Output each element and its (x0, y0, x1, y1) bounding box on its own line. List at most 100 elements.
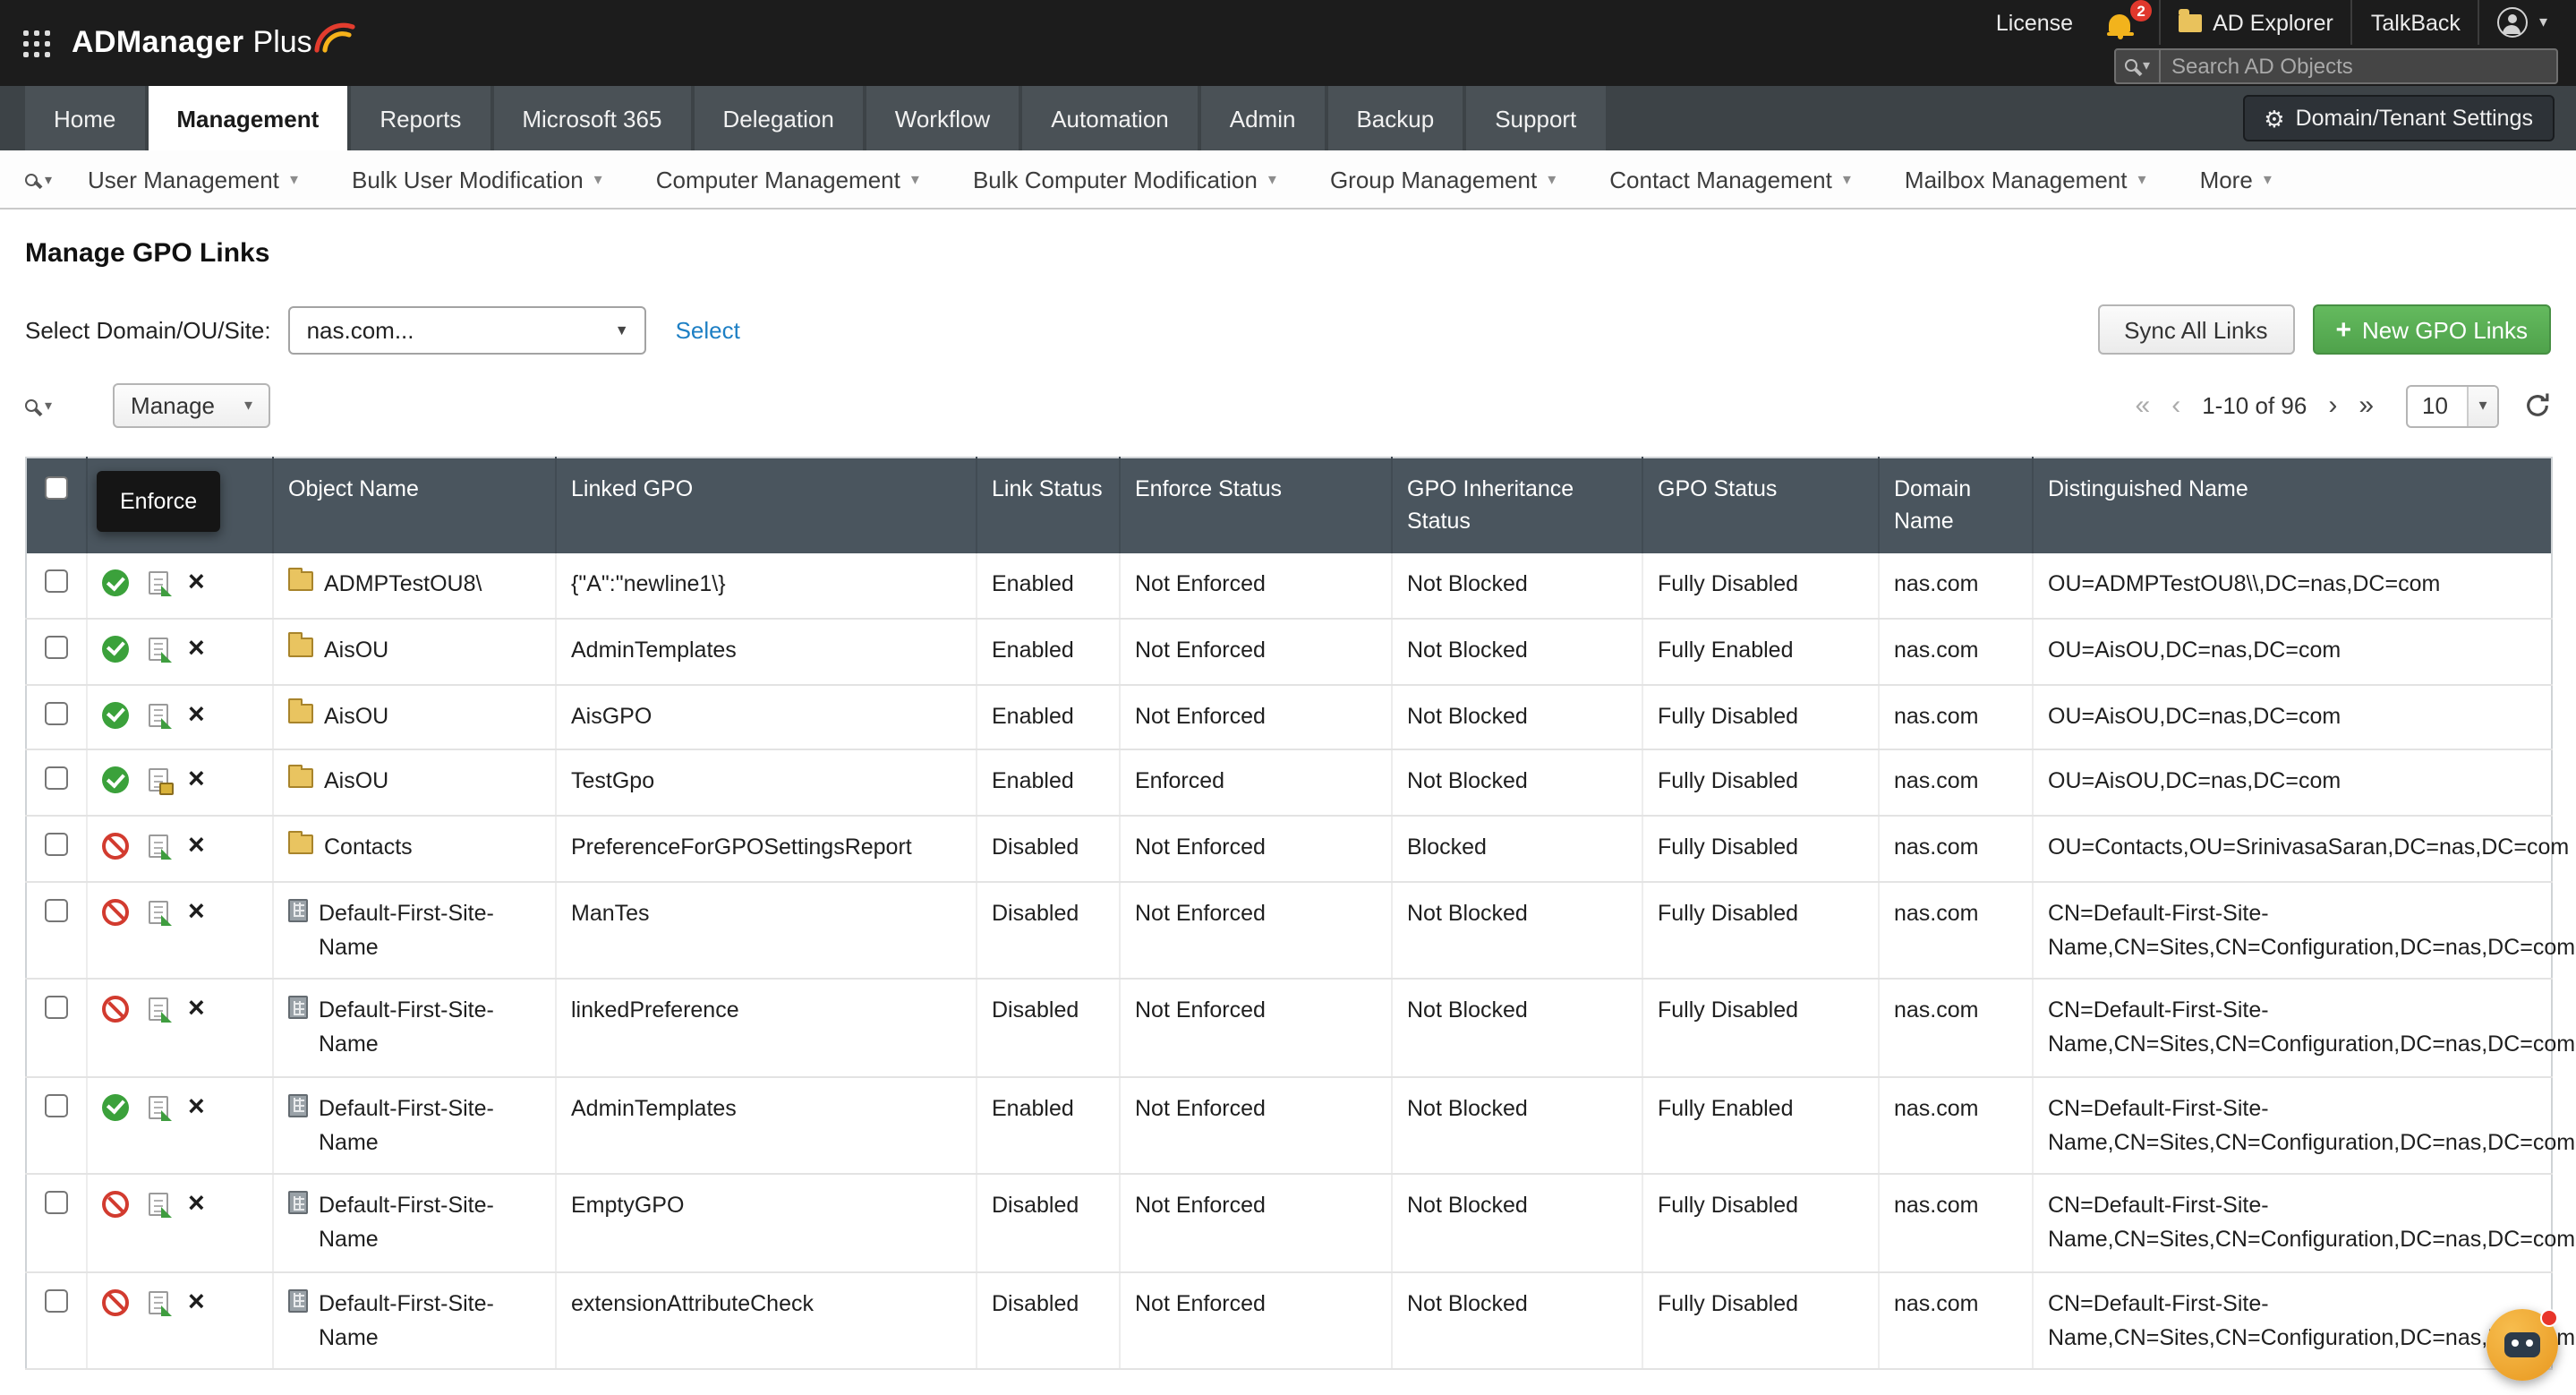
notification-badge: 2 (2130, 0, 2153, 21)
domain-tenant-settings-button[interactable]: ⚙ Domain/Tenant Settings (2242, 95, 2555, 141)
tab-delegation[interactable]: Delegation (694, 86, 863, 150)
app-grid-icon[interactable] (21, 29, 50, 57)
status-disabled-icon[interactable] (102, 898, 129, 926)
tab-workflow[interactable]: Workflow (866, 86, 1019, 150)
ou-icon (288, 764, 313, 789)
status-enabled-icon[interactable] (102, 701, 129, 728)
brand-logo[interactable]: ADManager Plus (72, 22, 357, 63)
license-link[interactable]: License (1978, 0, 2091, 45)
status-enabled-icon[interactable] (102, 569, 129, 596)
status-enabled-icon[interactable] (102, 1093, 129, 1121)
status-disabled-icon[interactable] (102, 1288, 129, 1316)
tab-reports[interactable]: Reports (351, 86, 490, 150)
link-status: Enabled (977, 618, 1121, 685)
row-select-checkbox[interactable] (45, 635, 68, 659)
chevron-down-icon: ▾ (2263, 169, 2272, 187)
sync-all-links-button[interactable]: Sync All Links (2097, 304, 2295, 355)
search-ad-objects-input[interactable] (2161, 53, 2556, 78)
chevron-down-icon: ▾ (2538, 13, 2547, 30)
tab-support[interactable]: Support (1466, 86, 1606, 150)
new-gpo-links-button[interactable]: + New GPO Links (2312, 304, 2551, 355)
menu-more[interactable]: More ▾ (2200, 166, 2272, 193)
delete-link-icon[interactable]: × (188, 635, 205, 663)
enforce-status: Not Enforced (1120, 553, 1393, 620)
search-scope-button[interactable]: ▾ (2116, 49, 2162, 81)
menu-search-button[interactable]: ▾ (25, 171, 52, 187)
account-menu[interactable]: ▾ (2480, 0, 2565, 45)
row-select-checkbox[interactable] (45, 1288, 68, 1313)
chevron-down-icon: ▾ (1548, 169, 1557, 187)
tab-backup[interactable]: Backup (1327, 86, 1463, 150)
linked-gpo: TestGpo (556, 749, 977, 817)
tab-admin[interactable]: Admin (1200, 86, 1325, 150)
inheritance-status: Not Blocked (1392, 881, 1643, 980)
enforce-icon[interactable] (149, 900, 172, 926)
row-select-checkbox[interactable] (45, 996, 68, 1020)
chevron-down-icon: ▾ (45, 171, 53, 187)
gpo-links-table: Object Name Linked GPO Link Status Enfor… (25, 457, 2575, 1371)
first-page-icon[interactable]: « (2125, 392, 2162, 419)
enforce-icon[interactable] (149, 1290, 172, 1316)
notifications-button[interactable]: 2 (2091, 0, 2159, 45)
status-enabled-icon[interactable] (102, 766, 129, 794)
delete-link-icon[interactable]: × (188, 1191, 205, 1220)
row-select-checkbox[interactable] (45, 833, 68, 856)
chat-widget[interactable] (2486, 1309, 2558, 1381)
select-ou-link[interactable]: Select (676, 316, 740, 343)
talkback-button[interactable]: TalkBack (2353, 0, 2478, 45)
menu-mailbox-management[interactable]: Mailbox Management ▾ (1905, 166, 2146, 193)
tab-management[interactable]: Management (148, 86, 348, 150)
row-select-checkbox[interactable] (45, 701, 68, 724)
ad-explorer-button[interactable]: AD Explorer (2161, 0, 2351, 45)
row-select-checkbox[interactable] (45, 569, 68, 593)
menu-group-management[interactable]: Group Management ▾ (1330, 166, 1556, 193)
enforce-icon[interactable] (149, 637, 172, 663)
delete-link-icon[interactable]: × (188, 996, 205, 1024)
menu-bulk-computer-modification[interactable]: Bulk Computer Modification ▾ (973, 166, 1276, 193)
linked-gpo: {"A":"newline1\} (556, 553, 977, 620)
delete-link-icon[interactable]: × (188, 832, 205, 860)
delete-link-icon[interactable]: × (188, 766, 205, 795)
enforce-icon[interactable] (149, 1095, 172, 1121)
link-status: Enabled (977, 684, 1121, 751)
primary-nav: Home Management Reports Microsoft 365 De… (0, 86, 2576, 150)
refresh-icon[interactable] (2524, 392, 2551, 419)
domain-select[interactable]: nas.com... ▼ (288, 305, 647, 354)
status-disabled-icon[interactable] (102, 996, 129, 1023)
row-select-checkbox[interactable] (45, 898, 68, 922)
next-page-icon[interactable]: › (2317, 392, 2348, 419)
tab-home[interactable]: Home (25, 86, 145, 150)
status-enabled-icon[interactable] (102, 635, 129, 663)
table-toolbar: ▾ Manage ▾ « ‹ 1-10 of 96 › » 10 ▾ (25, 383, 2551, 428)
tab-automation[interactable]: Automation (1022, 86, 1198, 150)
enforce-icon[interactable] (149, 997, 172, 1023)
delete-link-icon[interactable]: × (188, 1093, 205, 1122)
delete-link-icon[interactable]: × (188, 898, 205, 927)
select-all-checkbox[interactable] (45, 476, 68, 500)
menu-contact-management[interactable]: Contact Management ▾ (1609, 166, 1851, 193)
delete-link-icon[interactable]: × (188, 1288, 205, 1317)
tab-microsoft-365[interactable]: Microsoft 365 (493, 86, 691, 150)
status-disabled-icon[interactable] (102, 1191, 129, 1219)
prev-page-icon[interactable]: ‹ (2161, 392, 2191, 419)
manage-dropdown[interactable]: Manage ▾ (113, 383, 271, 428)
delete-link-icon[interactable]: × (188, 700, 205, 729)
status-disabled-icon[interactable] (102, 833, 129, 860)
menu-user-management[interactable]: User Management ▾ (88, 166, 298, 193)
column-search-button[interactable]: ▾ (25, 398, 52, 414)
row-select-checkbox[interactable] (45, 1093, 68, 1117)
enforce-locked-icon[interactable] (149, 768, 174, 796)
page-size-select[interactable]: 10 ▾ (2406, 384, 2499, 427)
enforce-icon[interactable] (149, 703, 172, 728)
domain-name: nas.com (1879, 1076, 2034, 1176)
enforce-icon[interactable] (149, 1193, 172, 1219)
enforce-icon[interactable] (149, 571, 172, 596)
menu-computer-management[interactable]: Computer Management ▾ (656, 166, 919, 193)
last-page-icon[interactable]: » (2348, 392, 2384, 419)
row-select-checkbox[interactable] (45, 1191, 68, 1215)
enforce-icon[interactable] (149, 834, 172, 860)
menu-bulk-user-modification[interactable]: Bulk User Modification ▾ (352, 166, 602, 193)
menu-label: Group Management (1329, 166, 1538, 193)
delete-link-icon[interactable]: × (188, 569, 205, 597)
row-select-checkbox[interactable] (45, 766, 68, 791)
